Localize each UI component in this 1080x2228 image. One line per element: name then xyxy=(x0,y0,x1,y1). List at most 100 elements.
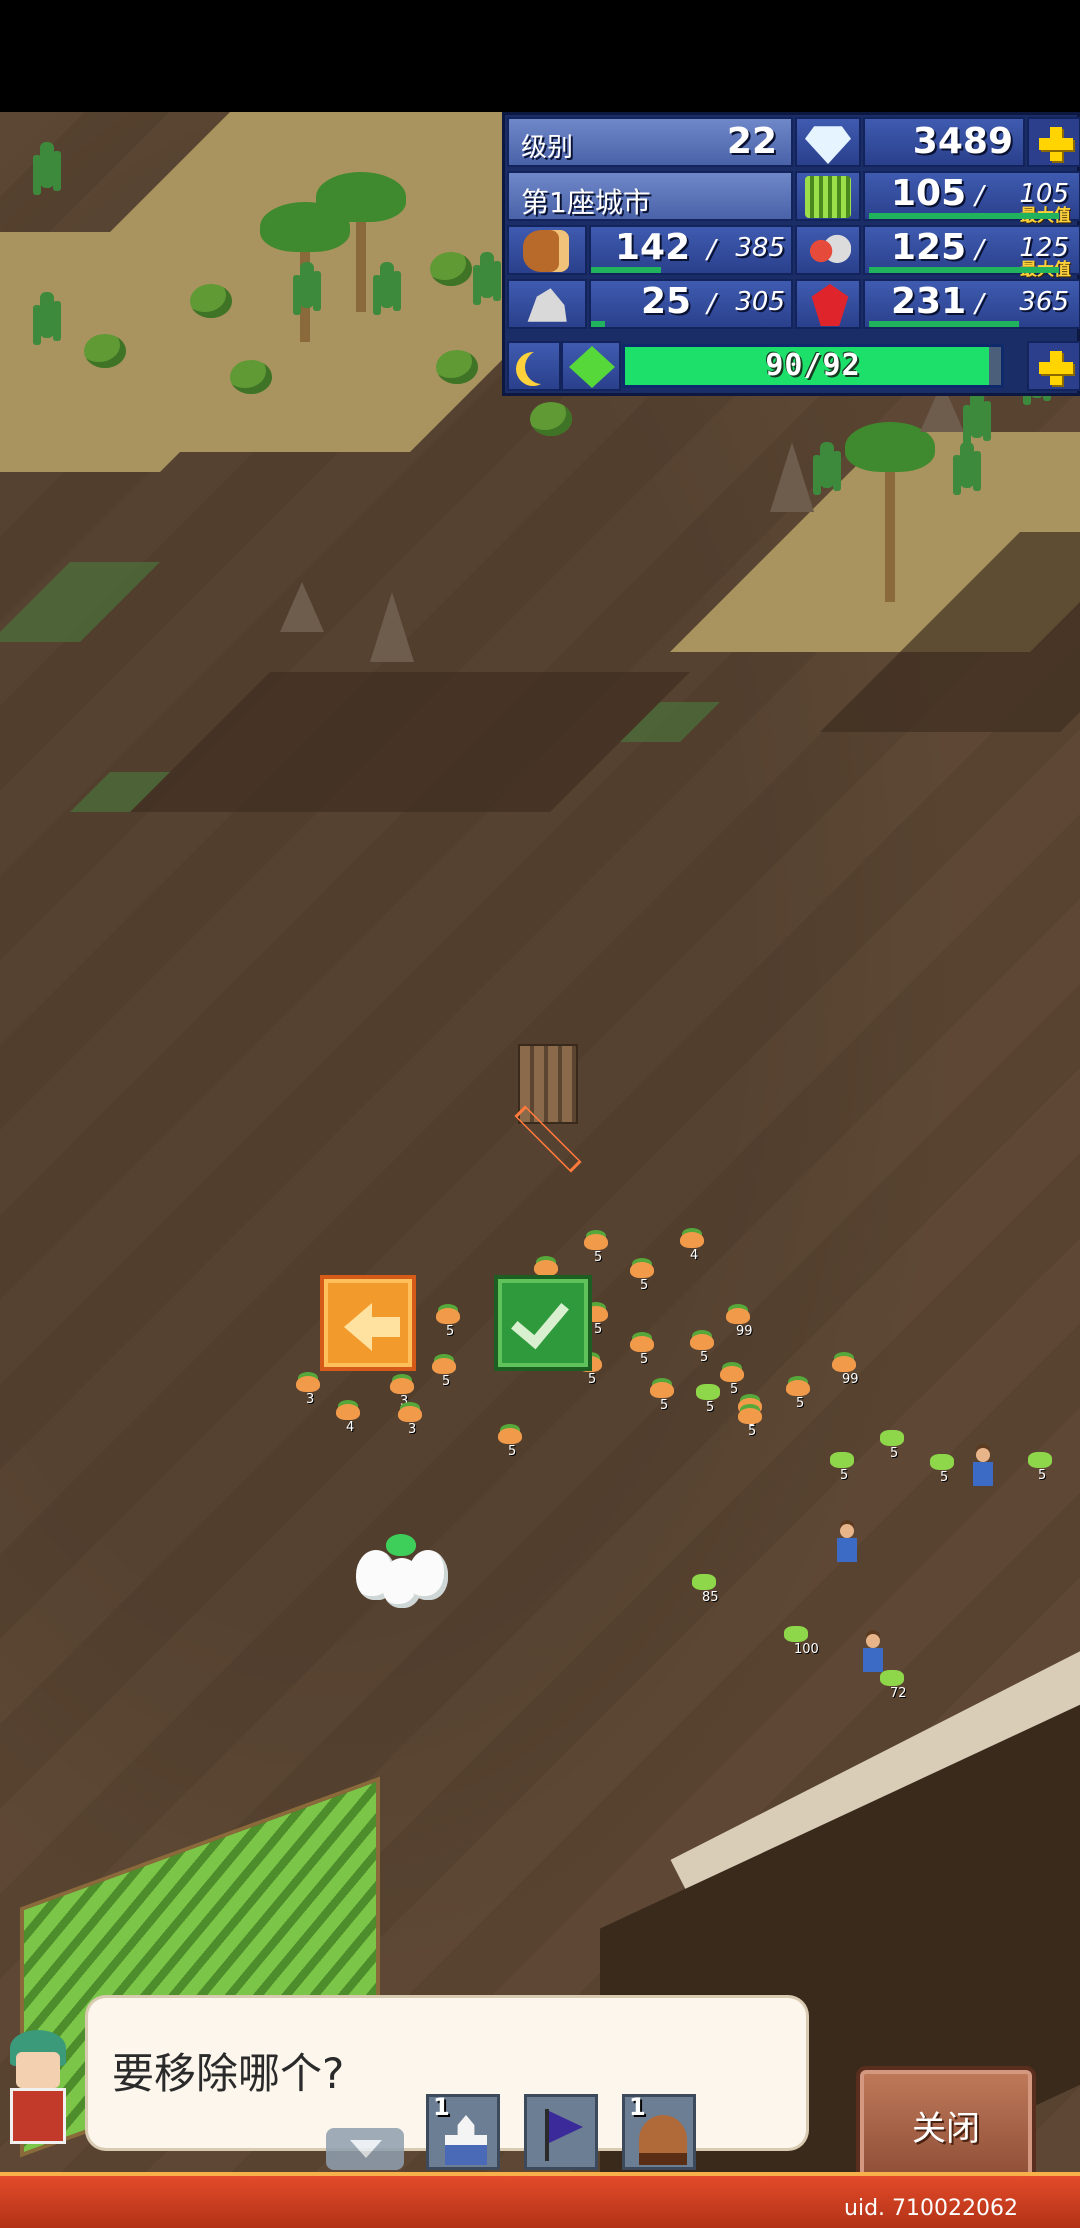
buy-energy-button[interactable] xyxy=(1027,341,1080,391)
harvest-crop[interactable]: 5 xyxy=(630,1336,656,1367)
villager[interactable] xyxy=(834,1524,860,1564)
harvest-crop[interactable]: 99 xyxy=(832,1356,859,1387)
harvest-crop-count: 5 xyxy=(748,1424,757,1439)
harvest-crop-count: 3 xyxy=(408,1422,417,1437)
villager[interactable] xyxy=(860,1634,886,1674)
seedling[interactable]: 5 xyxy=(1028,1452,1054,1483)
harvest-crop-icon xyxy=(336,1404,360,1420)
close-button-label: 关闭 xyxy=(912,2109,980,2149)
rock-spire xyxy=(370,592,414,662)
harvest-crop-count: 4 xyxy=(346,1420,355,1435)
shrub xyxy=(436,350,478,384)
harvest-crop[interactable]: 5 xyxy=(738,1408,764,1439)
ruby-value: 231 xyxy=(891,281,967,322)
harvest-crop-count: 5 xyxy=(594,1322,603,1337)
harvest-crop[interactable]: 99 xyxy=(726,1308,753,1339)
harvest-crop-icon xyxy=(738,1408,762,1424)
city-name-cell[interactable]: 第1座城市 xyxy=(507,171,793,221)
cactus xyxy=(960,442,974,488)
harvest-crop[interactable]: 5 xyxy=(432,1358,458,1389)
cactus xyxy=(480,252,494,298)
seedling[interactable]: 100 xyxy=(784,1626,819,1657)
harvest-crop[interactable]: 3 xyxy=(390,1378,416,1409)
grass-patch xyxy=(0,562,160,642)
harvest-crop[interactable]: 5 xyxy=(436,1308,462,1339)
cave-icon xyxy=(639,2115,687,2165)
wood-icon-cell xyxy=(507,225,587,275)
shrub xyxy=(230,360,272,394)
moon-icon xyxy=(525,350,559,384)
seedling-icon xyxy=(784,1626,808,1642)
seedling-icon xyxy=(1028,1452,1052,1468)
slot-castle-count: 1 xyxy=(433,2093,450,2121)
seedling[interactable]: 5 xyxy=(880,1430,906,1461)
harvest-crop[interactable]: 5 xyxy=(498,1428,524,1459)
seedling[interactable]: 5 xyxy=(830,1452,856,1483)
seedling[interactable]: 5 xyxy=(696,1384,722,1415)
harvest-crop-count: 5 xyxy=(640,1278,649,1293)
seedling-count: 85 xyxy=(702,1590,719,1605)
wood-log-icon xyxy=(523,230,569,272)
harvest-crop[interactable]: 3 xyxy=(296,1376,322,1407)
ore-max: 305 xyxy=(735,287,785,317)
checkmark-icon xyxy=(511,1288,569,1350)
wood-cell: 142 / 385 xyxy=(589,225,793,275)
harvest-crop[interactable]: 5 xyxy=(786,1380,812,1411)
shrub xyxy=(84,334,126,368)
palm-tree xyxy=(845,422,935,602)
harvest-crop-icon xyxy=(498,1428,522,1444)
slot-flag[interactable] xyxy=(524,2094,598,2170)
food-progress xyxy=(869,267,1059,273)
seedling[interactable]: 85 xyxy=(692,1574,719,1605)
top-bar xyxy=(0,0,1080,112)
harvest-crop[interactable]: 5 xyxy=(720,1366,746,1397)
harvest-crop[interactable]: 5 xyxy=(690,1334,716,1365)
user-id: uid. 710022062 xyxy=(844,2196,1018,2221)
harvest-crop-count: 99 xyxy=(842,1372,859,1387)
harvest-crop[interactable]: 5 xyxy=(584,1234,610,1265)
harvest-crop[interactable]: 3 xyxy=(398,1406,424,1437)
buy-gems-button[interactable] xyxy=(1027,117,1080,167)
harvest-crop-count: 99 xyxy=(736,1324,753,1339)
seedling[interactable]: 5 xyxy=(930,1454,956,1485)
harvest-crop[interactable]: 4 xyxy=(336,1404,362,1435)
city-name: 第1座城市 xyxy=(521,186,651,219)
rank-value: 22 xyxy=(726,121,777,162)
wood-progress xyxy=(591,267,661,273)
grass-icon-cell xyxy=(795,171,861,221)
harvest-crop-icon xyxy=(680,1232,704,1248)
back-button[interactable] xyxy=(320,1275,416,1371)
watchtower-building[interactable] xyxy=(508,1044,588,1173)
food-icon-cell xyxy=(795,225,861,275)
diamond-icon xyxy=(805,126,851,164)
seedling-count: 5 xyxy=(706,1400,715,1415)
ruby-max: 365 xyxy=(1019,287,1069,317)
slot-cave-count: 1 xyxy=(629,2093,646,2121)
slot-cave[interactable]: 1 xyxy=(622,2093,696,2170)
advisor-coat xyxy=(10,2088,66,2144)
cactus xyxy=(820,442,834,488)
harvest-crop-count: 3 xyxy=(306,1392,315,1407)
harvest-crop-icon xyxy=(584,1234,608,1250)
seedling-icon xyxy=(830,1452,854,1468)
harvest-crop[interactable]: 4 xyxy=(680,1232,706,1263)
seedling-icon xyxy=(880,1430,904,1446)
cactus xyxy=(40,292,54,338)
food-icon xyxy=(805,230,851,272)
seedling-icon xyxy=(692,1574,716,1590)
slot-castle[interactable]: 1 xyxy=(426,2093,500,2170)
harvest-crop-count: 5 xyxy=(796,1396,805,1411)
energy-bar: 90/92 xyxy=(622,344,1004,388)
food-value: 125 xyxy=(891,227,967,268)
harvest-crop[interactable]: 5 xyxy=(650,1382,676,1413)
time-icon-cell xyxy=(507,341,561,391)
confirm-button[interactable] xyxy=(494,1275,592,1371)
harvest-crop-count: 5 xyxy=(508,1444,517,1459)
seedling-count: 5 xyxy=(1038,1468,1047,1483)
egg-nest[interactable] xyxy=(354,1534,450,1614)
expand-dialog-button[interactable] xyxy=(326,2128,404,2170)
villager[interactable] xyxy=(970,1448,996,1488)
harvest-crop[interactable]: 5 xyxy=(630,1262,656,1293)
ore-value: 25 xyxy=(641,281,692,322)
palm-tree xyxy=(316,172,406,312)
